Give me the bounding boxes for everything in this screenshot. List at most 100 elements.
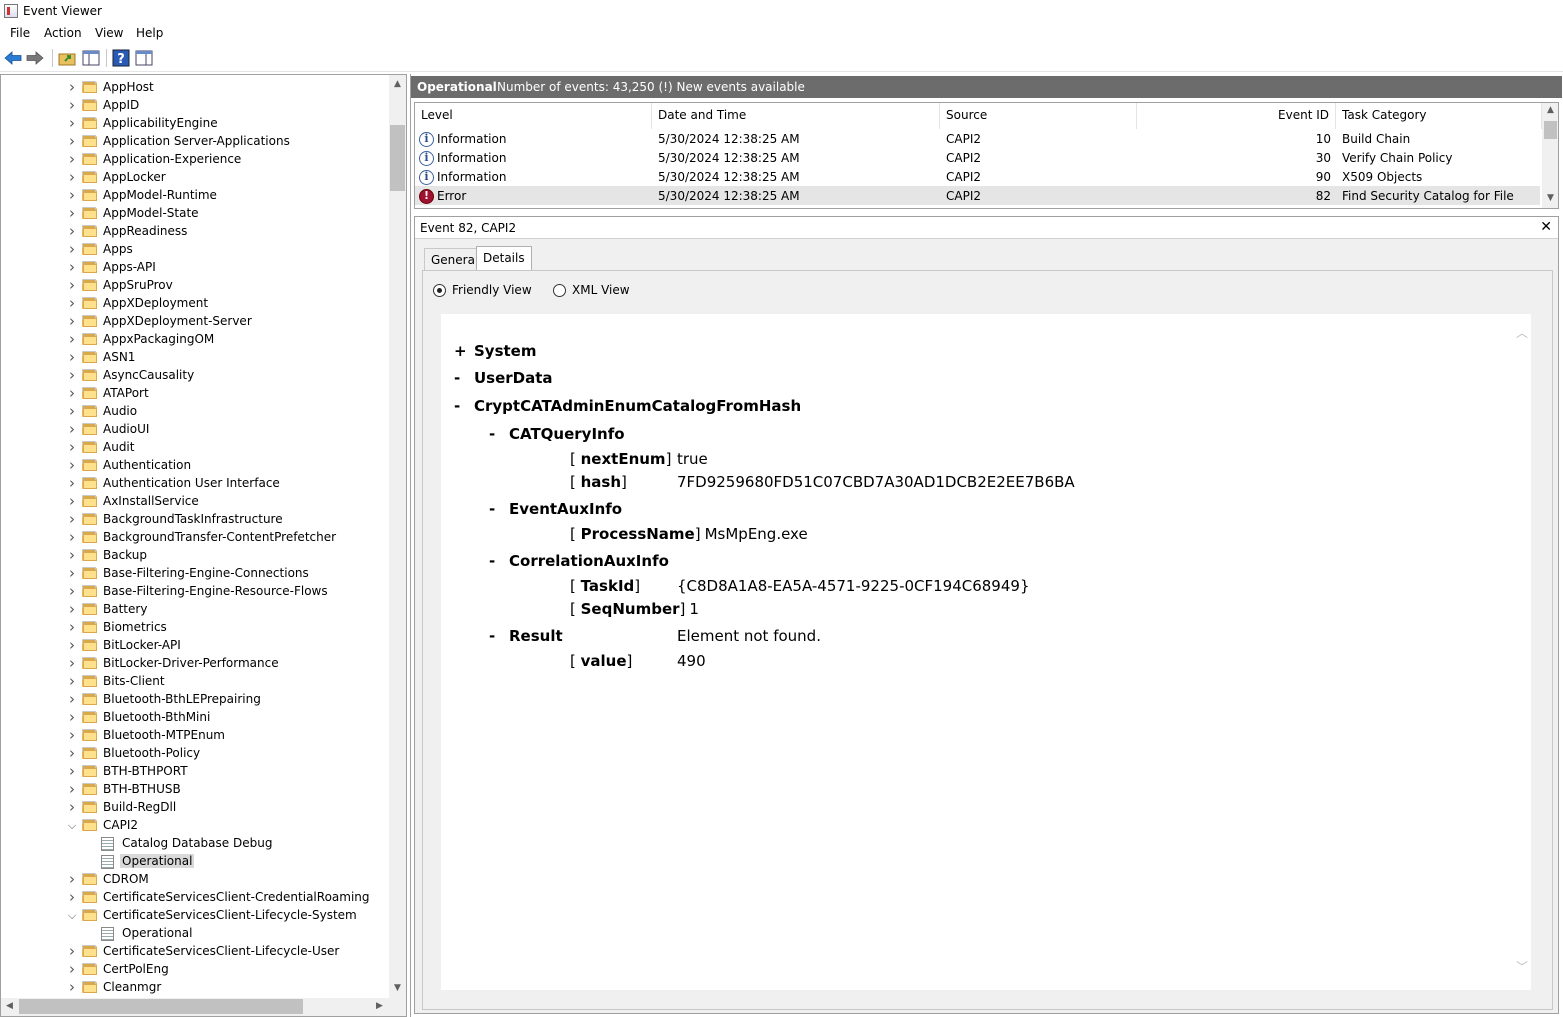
tree-item[interactable]: › AppXDeployment bbox=[1, 294, 381, 313]
chevron-right-icon[interactable]: › bbox=[67, 618, 77, 636]
chevron-right-icon[interactable]: › bbox=[67, 600, 77, 618]
tree-item[interactable]: Operational bbox=[1, 853, 381, 871]
column-header-date-time[interactable]: Date and Time bbox=[652, 103, 940, 129]
tree-item[interactable]: › Backup bbox=[1, 546, 381, 565]
tree-item[interactable]: › Audit bbox=[1, 438, 381, 457]
chevron-right-icon[interactable]: › bbox=[67, 690, 77, 708]
chevron-right-icon[interactable]: › bbox=[67, 204, 77, 222]
chevron-right-icon[interactable]: › bbox=[67, 744, 77, 762]
tree-item[interactable]: › Bluetooth-BthMini bbox=[1, 708, 381, 727]
chevron-right-icon[interactable]: › bbox=[67, 348, 77, 366]
chevron-right-icon[interactable]: › bbox=[67, 78, 77, 96]
tree-item[interactable]: › AxInstallService bbox=[1, 492, 381, 511]
column-header-level[interactable]: Level bbox=[415, 103, 652, 129]
show-hide-console-tree-icon[interactable] bbox=[82, 49, 100, 67]
tree-item[interactable]: › Bits-Client bbox=[1, 672, 381, 691]
chevron-right-icon[interactable]: › bbox=[67, 186, 77, 204]
tree-item[interactable]: › Authentication User Interface bbox=[1, 474, 381, 493]
chevron-right-icon[interactable]: › bbox=[67, 492, 77, 510]
chevron-right-icon[interactable]: › bbox=[67, 654, 77, 672]
tree-item[interactable]: › Bluetooth-Policy bbox=[1, 744, 381, 763]
tree-item[interactable]: Operational bbox=[1, 925, 381, 943]
scroll-left-arrow-icon[interactable]: ◀ bbox=[1, 1001, 18, 1011]
menu-file[interactable]: File bbox=[10, 26, 30, 40]
tree-item[interactable]: › ApplicabilityEngine bbox=[1, 114, 381, 133]
chevron-right-icon[interactable]: › bbox=[67, 240, 77, 258]
chevron-right-icon[interactable]: › bbox=[67, 366, 77, 384]
chevron-right-icon[interactable]: › bbox=[67, 384, 77, 402]
scroll-thumb[interactable] bbox=[19, 999, 303, 1014]
tree-item[interactable]: › CertificateServicesClient-CredentialRoa… bbox=[1, 888, 381, 907]
chevron-right-icon[interactable]: › bbox=[67, 888, 77, 906]
menu-help[interactable]: Help bbox=[136, 26, 163, 40]
tree-item[interactable]: › Audio bbox=[1, 402, 381, 421]
tree-item[interactable]: › BackgroundTransfer-ContentPrefetcher bbox=[1, 528, 381, 547]
up-folder-icon[interactable] bbox=[58, 49, 76, 67]
chevron-right-icon[interactable]: › bbox=[67, 474, 77, 492]
collapse-toggle[interactable]: - bbox=[454, 369, 474, 387]
tree-item[interactable]: › CertificateServicesClient-Lifecycle-Use… bbox=[1, 942, 381, 961]
tree-item[interactable]: › Build-RegDll bbox=[1, 798, 381, 817]
tree-item[interactable]: › Battery bbox=[1, 600, 381, 619]
chevron-right-icon[interactable]: › bbox=[67, 960, 77, 978]
tree-item[interactable]: › Bluetooth-BthLEPrepairing bbox=[1, 690, 381, 709]
scroll-down-arrow-icon[interactable]: ▼ bbox=[1542, 193, 1558, 203]
chevron-right-icon[interactable]: › bbox=[67, 726, 77, 744]
tree-item[interactable]: › BitLocker-API bbox=[1, 636, 381, 655]
tree-item[interactable]: › AppReadiness bbox=[1, 222, 381, 241]
tree-item[interactable]: › AppxPackagingOM bbox=[1, 330, 381, 349]
tree-vertical-scrollbar[interactable]: ▲ ▼ bbox=[389, 75, 406, 998]
event-list-scrollbar[interactable]: ▲ ▼ bbox=[1542, 103, 1558, 208]
scroll-up-chevron-icon[interactable]: ︿ bbox=[1516, 324, 1528, 341]
tree-item[interactable]: › AppHost bbox=[1, 78, 381, 97]
scroll-thumb[interactable] bbox=[1544, 121, 1557, 139]
tree-item[interactable]: › AppXDeployment-Server bbox=[1, 312, 381, 331]
tree-item[interactable]: › Biometrics bbox=[1, 618, 381, 637]
tree-item[interactable]: › BackgroundTaskInfrastructure bbox=[1, 510, 381, 529]
collapse-toggle[interactable]: - bbox=[489, 425, 509, 443]
tab-details[interactable]: Details bbox=[476, 246, 532, 270]
chevron-right-icon[interactable]: › bbox=[67, 636, 77, 654]
column-header-source[interactable]: Source bbox=[940, 103, 1137, 129]
tree-item[interactable]: › AppModel-State bbox=[1, 204, 381, 223]
tree-item[interactable]: › Application Server-Applications bbox=[1, 132, 381, 151]
chevron-right-icon[interactable]: › bbox=[67, 708, 77, 726]
tree-horizontal-scrollbar[interactable]: ◀ ▶ bbox=[1, 998, 389, 1016]
column-header-event-id[interactable]: Event ID bbox=[1137, 103, 1336, 129]
tree-item[interactable]: › CDROM bbox=[1, 870, 381, 889]
chevron-right-icon[interactable]: › bbox=[67, 168, 77, 186]
scroll-down-chevron-icon[interactable]: ﹀ bbox=[1516, 958, 1528, 975]
chevron-right-icon[interactable]: › bbox=[67, 258, 77, 276]
chevron-right-icon[interactable]: › bbox=[67, 672, 77, 690]
column-header-task-category[interactable]: Task Category bbox=[1336, 103, 1542, 129]
tree-item[interactable]: › ASN1 bbox=[1, 348, 381, 367]
tree-item[interactable]: › AppModel-Runtime bbox=[1, 186, 381, 205]
tree-item[interactable]: › Cleanmgr bbox=[1, 978, 381, 997]
collapse-toggle[interactable]: - bbox=[489, 552, 509, 570]
tree-item[interactable]: › Base-Filtering-Engine-Resource-Flows bbox=[1, 582, 381, 601]
chevron-right-icon[interactable]: › bbox=[67, 420, 77, 438]
scroll-up-arrow-icon[interactable]: ▲ bbox=[389, 79, 406, 89]
chevron-down-icon[interactable]: ⌵ bbox=[67, 909, 77, 923]
tree-item[interactable]: ⌵ CertificateServicesClient-Lifecycle-Sys… bbox=[1, 907, 381, 925]
chevron-right-icon[interactable]: › bbox=[67, 942, 77, 960]
tree-item[interactable]: Catalog Database Debug bbox=[1, 835, 381, 853]
chevron-right-icon[interactable]: › bbox=[67, 438, 77, 456]
chevron-right-icon[interactable]: › bbox=[67, 510, 77, 528]
chevron-right-icon[interactable]: › bbox=[67, 528, 77, 546]
tree-item[interactable]: › AsyncCausality bbox=[1, 366, 381, 385]
show-hide-action-pane-icon[interactable] bbox=[135, 49, 153, 67]
event-row[interactable]: Information 5/30/2024 12:38:25 AM CAPI2 30 V… bbox=[415, 148, 1540, 167]
help-icon[interactable]: ? bbox=[112, 49, 130, 67]
chevron-right-icon[interactable]: › bbox=[67, 564, 77, 582]
scroll-up-arrow-icon[interactable]: ▲ bbox=[1542, 105, 1558, 115]
collapse-toggle[interactable]: - bbox=[489, 500, 509, 518]
tree-item[interactable]: › AppID bbox=[1, 96, 381, 115]
expand-toggle[interactable]: + bbox=[454, 342, 474, 360]
tree-item[interactable]: › BitLocker-Driver-Performance bbox=[1, 654, 381, 673]
tree-item[interactable]: › Base-Filtering-Engine-Connections bbox=[1, 564, 381, 583]
tree-item[interactable]: › ATAPort bbox=[1, 384, 381, 403]
tree-item[interactable]: › BTH-BTHUSB bbox=[1, 780, 381, 799]
scroll-down-arrow-icon[interactable]: ▼ bbox=[389, 983, 406, 993]
chevron-right-icon[interactable]: › bbox=[67, 546, 77, 564]
